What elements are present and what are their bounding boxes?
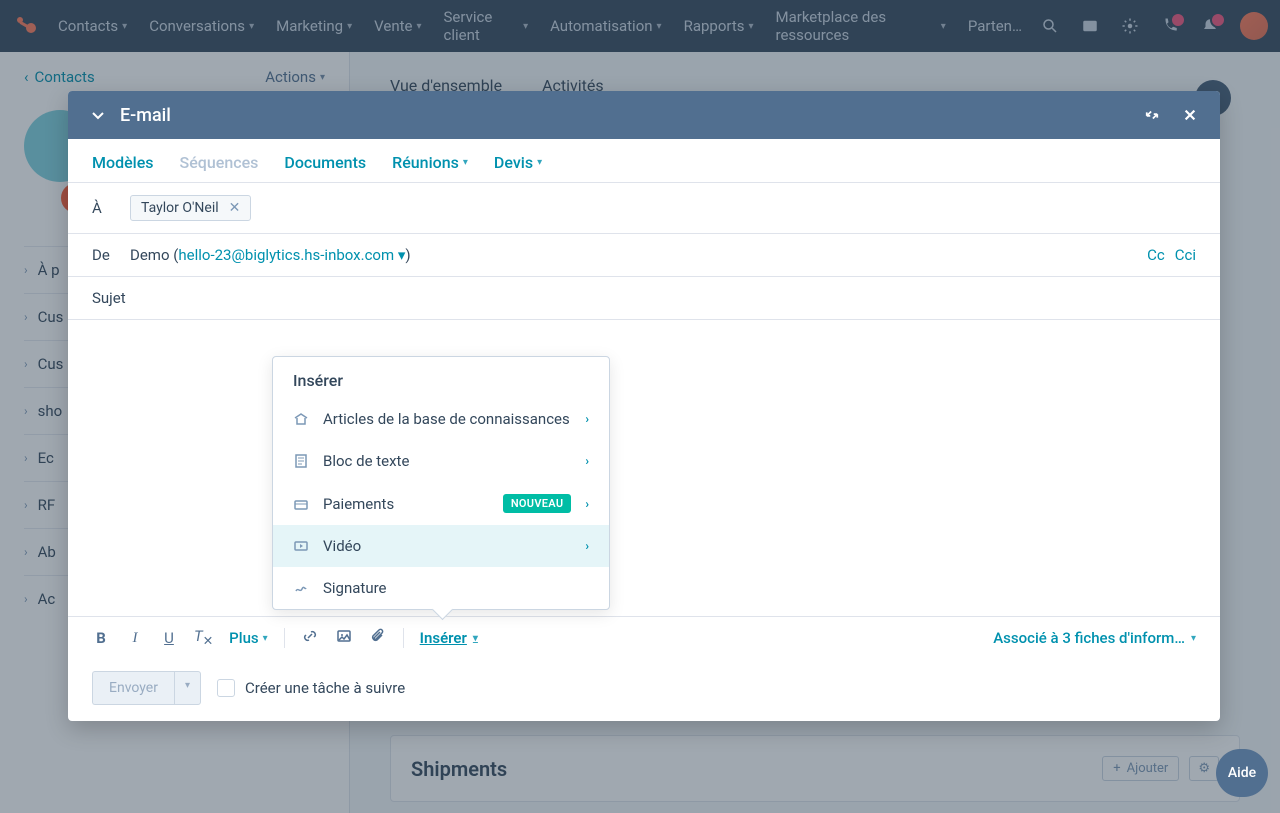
insert-option-vid-o[interactable]: Vidéo › bbox=[273, 525, 609, 567]
insert-option-label: Articles de la base de connaissances bbox=[323, 410, 571, 428]
signature-icon bbox=[293, 580, 309, 596]
email-compose-modal: E-mail Modèles Séquences Documents Réuni… bbox=[68, 91, 1220, 721]
video-icon bbox=[293, 538, 309, 554]
send-button[interactable]: Envoyer bbox=[92, 671, 174, 705]
send-button-group: Envoyer ▾ bbox=[92, 671, 201, 705]
bold-button[interactable]: B bbox=[92, 629, 110, 647]
modal-title: E-mail bbox=[120, 105, 1142, 126]
chevron-right-icon: › bbox=[585, 539, 589, 553]
insert-option-signature[interactable]: Signature bbox=[273, 567, 609, 609]
create-task-checkbox-row[interactable]: Créer une tâche à suivre bbox=[217, 679, 405, 697]
minimize-icon[interactable] bbox=[1142, 105, 1162, 125]
composer-footer: Envoyer ▾ Créer une tâche à suivre bbox=[68, 659, 1220, 721]
insert-button[interactable]: Insérer▾ bbox=[420, 629, 478, 647]
subject-row[interactable]: Sujet bbox=[68, 277, 1220, 320]
insert-option-label: Paiements bbox=[323, 495, 489, 513]
new-badge: NOUVEAU bbox=[503, 494, 572, 513]
modal-header: E-mail bbox=[68, 91, 1220, 139]
text-block-icon bbox=[293, 453, 309, 469]
tab-reunions[interactable]: Réunions▾ bbox=[392, 153, 468, 172]
insert-option-paiements[interactable]: Paiements NOUVEAU › bbox=[273, 482, 609, 525]
link-icon[interactable] bbox=[301, 628, 319, 648]
insert-option-bloc-de-texte[interactable]: Bloc de texte › bbox=[273, 440, 609, 482]
from-label: De bbox=[92, 246, 116, 264]
composer-toolbar: B I U T✕ Plus▾ Insérer▾ Associé à 3 fich… bbox=[68, 616, 1220, 659]
chevron-right-icon: › bbox=[585, 497, 589, 511]
more-format-button[interactable]: Plus▾ bbox=[229, 629, 268, 647]
knowledge-icon bbox=[293, 411, 309, 427]
close-icon[interactable] bbox=[1180, 105, 1200, 125]
underline-button[interactable]: U bbox=[160, 629, 178, 647]
from-value[interactable]: Demo (hello-23@biglytics.hs-inbox.com ▾) bbox=[130, 246, 411, 264]
chevron-right-icon: › bbox=[585, 454, 589, 468]
collapse-icon[interactable] bbox=[88, 105, 108, 125]
help-button[interactable]: Aide bbox=[1216, 749, 1268, 797]
from-row: De Demo (hello-23@biglytics.hs-inbox.com… bbox=[68, 234, 1220, 277]
popover-title: Insérer bbox=[273, 357, 609, 398]
to-row: À Taylor O'Neil ✕ bbox=[68, 183, 1220, 234]
attachment-icon[interactable] bbox=[369, 628, 387, 648]
tab-modeles[interactable]: Modèles bbox=[92, 153, 154, 172]
subject-label: Sujet bbox=[92, 289, 126, 307]
payments-icon bbox=[293, 496, 309, 512]
recipient-name: Taylor O'Neil bbox=[141, 200, 219, 216]
insert-option-label: Bloc de texte bbox=[323, 452, 571, 470]
insert-option-label: Vidéo bbox=[323, 537, 571, 555]
send-dropdown[interactable]: ▾ bbox=[174, 671, 201, 705]
tab-devis[interactable]: Devis▾ bbox=[494, 153, 542, 172]
tab-sequences: Séquences bbox=[180, 153, 259, 172]
chevron-right-icon: › bbox=[585, 412, 589, 426]
remove-recipient-icon[interactable]: ✕ bbox=[229, 200, 241, 216]
recipient-chip[interactable]: Taylor O'Neil ✕ bbox=[130, 195, 251, 221]
create-task-label: Créer une tâche à suivre bbox=[245, 679, 405, 697]
italic-button[interactable]: I bbox=[126, 630, 144, 647]
composer-tabs: Modèles Séquences Documents Réunions▾ De… bbox=[68, 139, 1220, 183]
to-label: À bbox=[92, 199, 116, 217]
clear-format-button[interactable]: T✕ bbox=[194, 627, 213, 649]
insert-option-articles-de-la-base-de-connaissances[interactable]: Articles de la base de connaissances › bbox=[273, 398, 609, 440]
insert-option-label: Signature bbox=[323, 579, 589, 597]
cc-button[interactable]: Cc bbox=[1147, 246, 1165, 264]
composer-body[interactable]: Insérer Articles de la base de connaissa… bbox=[68, 320, 1220, 616]
associated-records[interactable]: Associé à 3 fiches d'inform…▾ bbox=[993, 629, 1196, 647]
tab-documents[interactable]: Documents bbox=[284, 153, 366, 172]
insert-popover: Insérer Articles de la base de connaissa… bbox=[272, 356, 610, 610]
checkbox-icon[interactable] bbox=[217, 679, 235, 697]
image-icon[interactable] bbox=[335, 628, 353, 648]
cci-button[interactable]: Cci bbox=[1175, 246, 1196, 264]
